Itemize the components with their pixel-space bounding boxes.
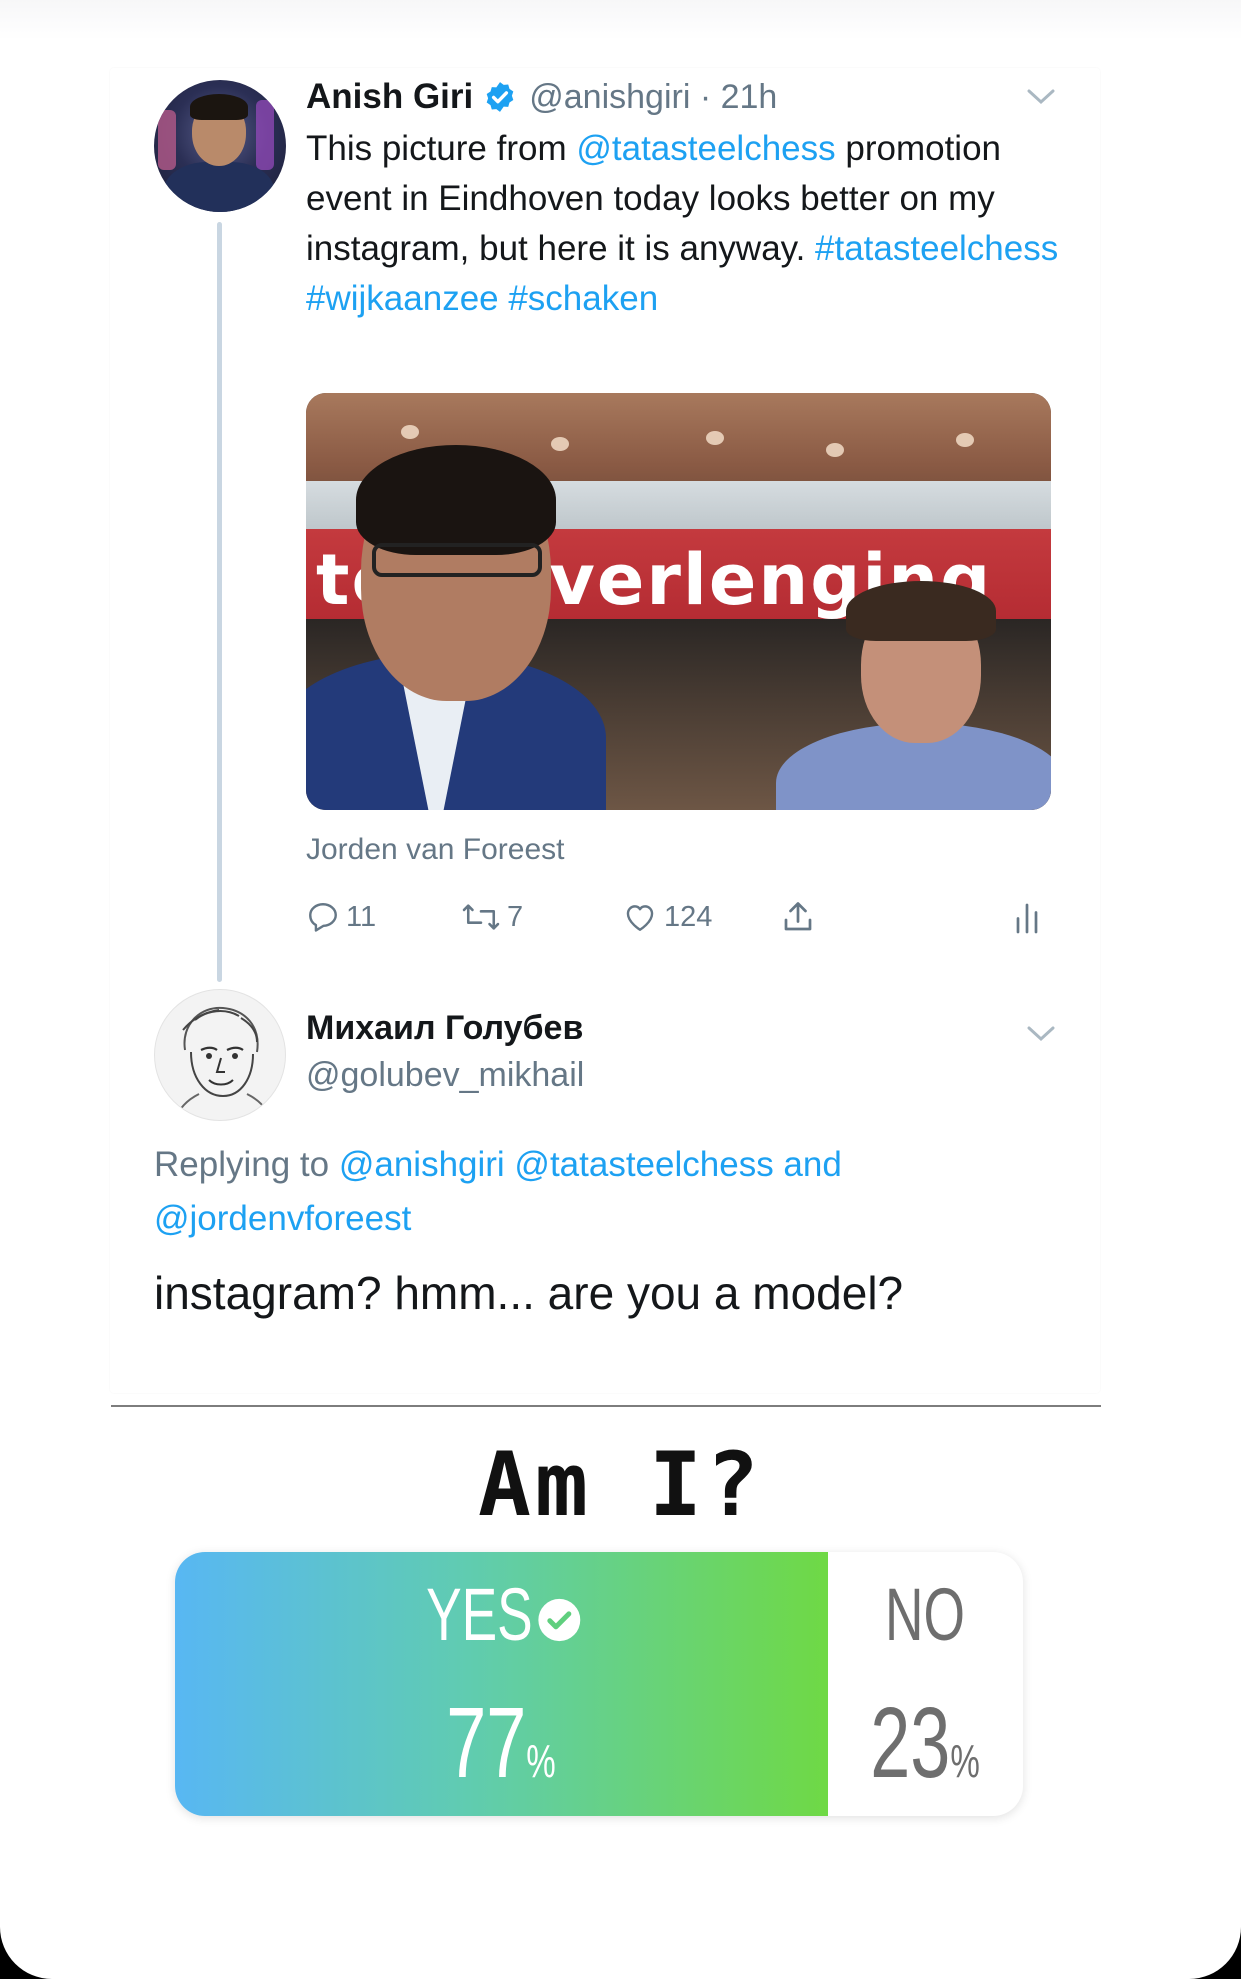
avatar[interactable] [154,989,286,1121]
retweet-count: 7 [507,900,524,933]
check-circle-icon [538,1599,581,1642]
chevron-down-icon[interactable] [1027,88,1055,106]
tweet-photo[interactable]: tc de verlenging [306,393,1051,810]
chevron-down-icon[interactable] [1027,1025,1055,1043]
tweet-actions: 11 7 124 [306,895,1051,939]
poll-question: Am I? [478,1433,763,1536]
share-button[interactable] [780,895,816,939]
like-count: 124 [664,900,713,933]
reply-text: instagram? hmm... are you a model? [154,1267,904,1319]
display-name[interactable]: Михаил Голубев [306,1009,583,1048]
photo-tag[interactable]: Jorden van Foreest [306,833,564,867]
retweet-icon [462,904,500,930]
verified-badge-icon [486,82,514,112]
replying-to: Replying to @anishgiri @tatasteelchess a… [154,1145,842,1238]
like-icon [626,905,654,931]
like-button[interactable]: 124 [622,895,712,939]
poll-option-no[interactable]: NO [854,1572,995,1657]
reply-count: 11 [346,900,377,933]
mention-link[interactable]: @tatasteelchess [576,129,835,168]
poll-sticker[interactable]: YES 77% NO 23% [175,1552,1023,1816]
poll-no-percent: 23% [870,1687,980,1799]
story-screen: Anish Giri @anishgiri · 21h This picture… [0,0,1241,1979]
reply-button[interactable]: 11 [306,895,376,939]
analytics-icon [1016,903,1038,934]
divider [111,1405,1101,1407]
poll-option-yes[interactable]: YES [266,1572,735,1657]
avatar[interactable] [154,80,286,212]
retweet-button[interactable]: 7 [461,895,523,939]
thread-line [217,222,222,982]
tweet-text: This picture from @tatasteelchess promot… [306,129,1059,318]
sketch-portrait-icon [174,1006,272,1120]
display-name[interactable]: Anish Giri [306,77,473,117]
handle[interactable]: @golubev_mikhail [306,1056,584,1095]
share-icon [784,902,812,931]
handle-time[interactable]: @anishgiri · 21h [529,78,777,117]
reply-icon [309,903,337,932]
analytics-button[interactable] [1012,895,1042,939]
tweet-header: Anish Giri @anishgiri · 21h [306,74,777,120]
poll-yes-percent: 77% [446,1687,556,1799]
